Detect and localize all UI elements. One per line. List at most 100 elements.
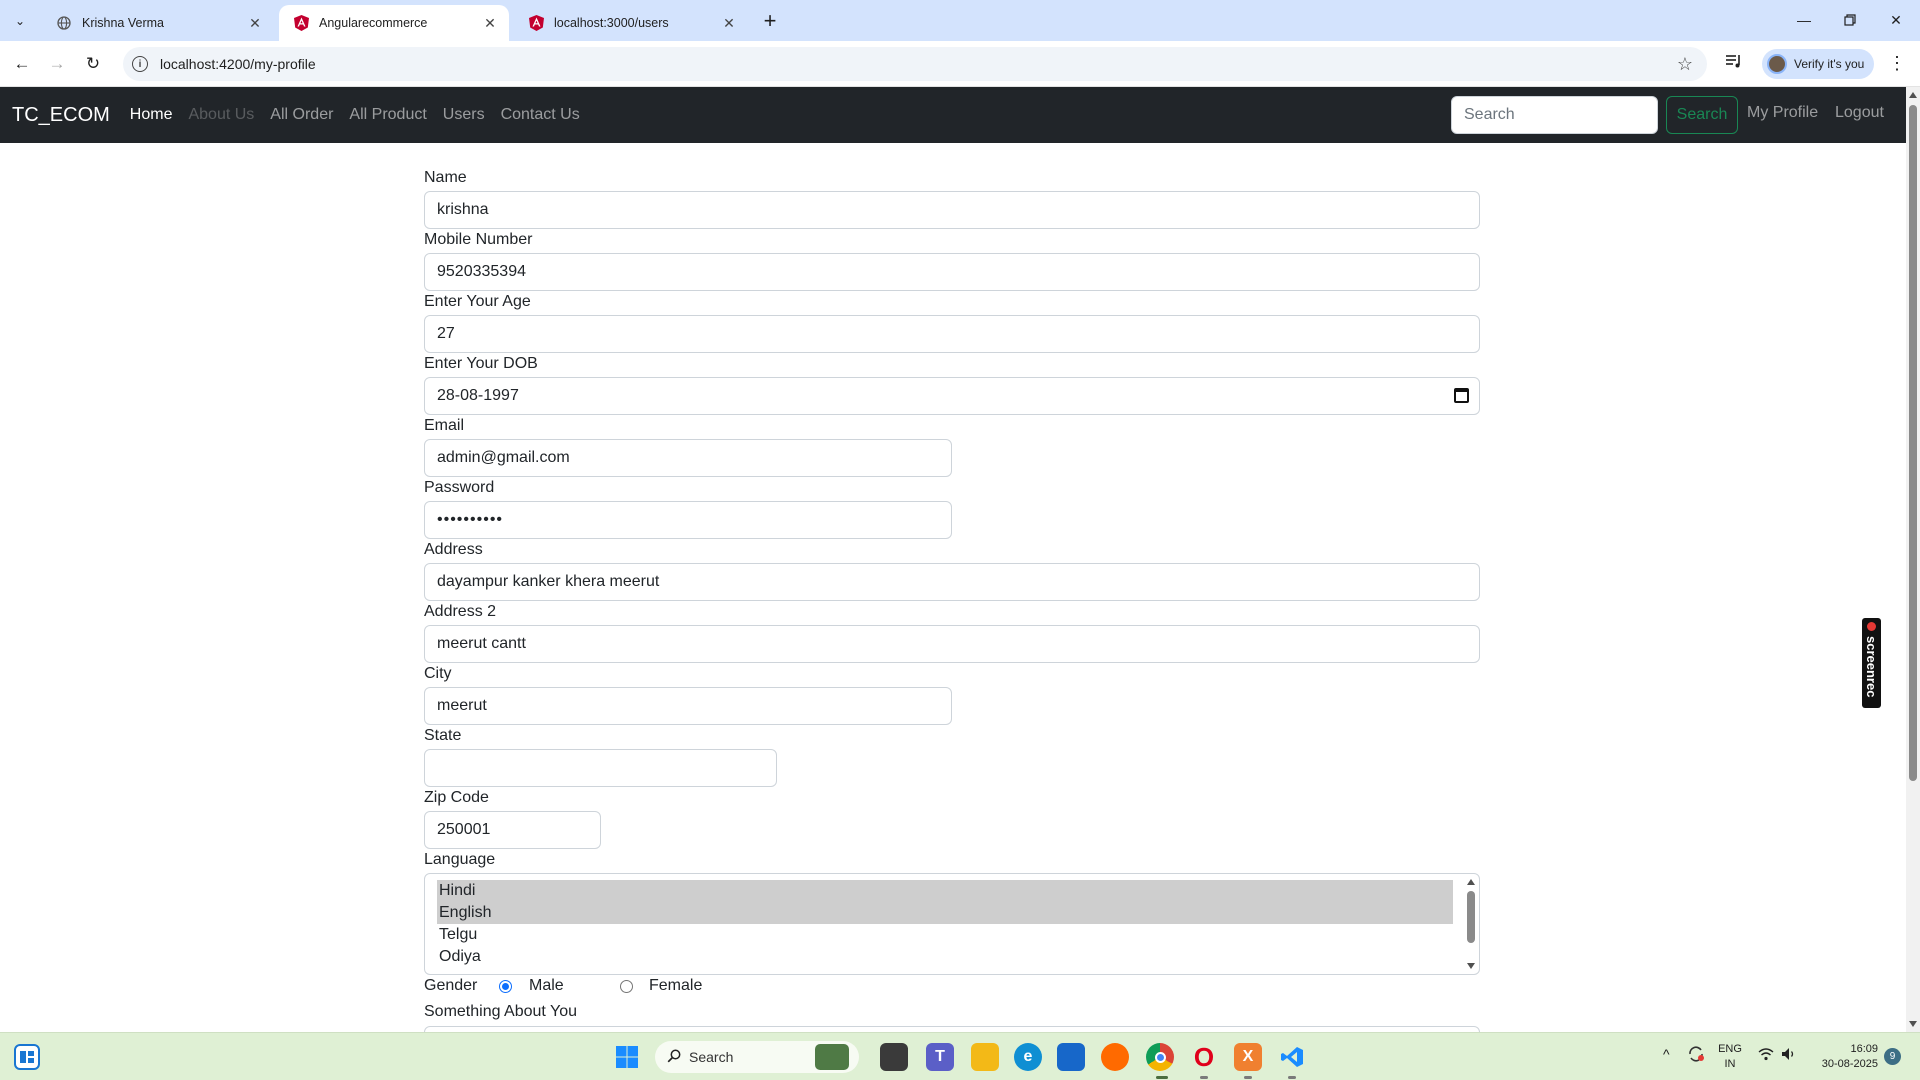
- language-label: Language: [424, 851, 496, 868]
- reload-icon[interactable]: ↻: [79, 50, 107, 78]
- minimize-icon[interactable]: —: [1781, 6, 1827, 34]
- vscode-icon[interactable]: [1278, 1043, 1306, 1071]
- restore-icon[interactable]: [1827, 6, 1873, 34]
- language-option-hindi[interactable]: Hindi: [437, 880, 1453, 902]
- file-explorer-icon[interactable]: [971, 1043, 999, 1071]
- tab-title: localhost:3000/users: [554, 16, 669, 30]
- address2-value: meerut cantt: [437, 635, 526, 652]
- edge-icon[interactable]: e: [1014, 1043, 1042, 1071]
- chrome-active-indicator: [1156, 1076, 1168, 1079]
- close-tab-icon[interactable]: ✕: [246, 14, 264, 32]
- nav-link-users[interactable]: Users: [435, 106, 493, 124]
- browser-tab-localhost3000[interactable]: localhost:3000/users ✕: [514, 5, 748, 41]
- verify-profile-button[interactable]: Verify it's you: [1762, 49, 1874, 79]
- teams-icon[interactable]: T: [926, 1043, 954, 1071]
- wifi-icon[interactable]: [1758, 1047, 1774, 1064]
- language-option-odiya[interactable]: Odiya: [437, 946, 1453, 968]
- dob-label: Enter Your DOB: [424, 355, 538, 372]
- scroll-down-arrow-icon[interactable]: [1909, 1021, 1917, 1027]
- gender-radio-female[interactable]: [620, 980, 633, 993]
- vscode-running-indicator: [1288, 1076, 1296, 1079]
- sync-icon[interactable]: [1686, 1044, 1706, 1067]
- taskbar-search-label: Search: [689, 1049, 734, 1065]
- language-option-telgu[interactable]: Telgu: [437, 924, 1453, 946]
- scroll-up-arrow-icon[interactable]: [1467, 879, 1475, 885]
- tab-title: Angularecommerce: [319, 16, 428, 30]
- notification-badge[interactable]: 9: [1884, 1048, 1901, 1065]
- tab-search-chevron-icon[interactable]: ⌄: [8, 9, 32, 33]
- search-highlight-icon: [815, 1044, 849, 1070]
- site-info-icon[interactable]: i: [132, 56, 148, 72]
- zip-field[interactable]: 250001: [424, 811, 601, 849]
- close-window-icon[interactable]: ✕: [1873, 6, 1919, 34]
- nav-link-about[interactable]: About Us: [180, 106, 262, 124]
- name-field[interactable]: krishna: [424, 191, 1480, 229]
- gender-radio-male[interactable]: [499, 980, 512, 993]
- email-field[interactable]: admin@gmail.com: [424, 439, 952, 477]
- age-field[interactable]: 27: [424, 315, 1480, 353]
- widgets-icon[interactable]: [14, 1044, 40, 1070]
- dob-value: 28-08-1997: [437, 387, 519, 404]
- address-label: Address: [424, 541, 483, 558]
- nav-link-all-product[interactable]: All Product: [341, 106, 434, 124]
- listbox-scrollbar[interactable]: [1465, 876, 1477, 972]
- address2-field[interactable]: meerut cantt: [424, 625, 1480, 663]
- xampp-icon[interactable]: X: [1234, 1043, 1262, 1071]
- scroll-thumb[interactable]: [1909, 105, 1917, 781]
- scroll-thumb[interactable]: [1467, 891, 1475, 943]
- bookmark-star-icon[interactable]: ☆: [1677, 54, 1693, 75]
- media-queue-icon[interactable]: [1725, 53, 1743, 74]
- opera-icon[interactable]: O: [1190, 1042, 1218, 1072]
- tray-chevron-up-icon[interactable]: ^: [1663, 1046, 1670, 1062]
- page-content: TC_ECOM Home About Us All Order All Prod…: [0, 87, 1906, 1032]
- my-profile-link[interactable]: My Profile: [1747, 104, 1818, 122]
- close-tab-icon[interactable]: ✕: [481, 14, 499, 32]
- dob-field[interactable]: 28-08-1997: [424, 377, 1480, 415]
- search-button[interactable]: Search: [1666, 96, 1738, 134]
- microsoft-store-icon[interactable]: [1057, 1043, 1085, 1071]
- verify-label: Verify it's you: [1794, 57, 1865, 71]
- password-field[interactable]: ••••••••••: [424, 501, 952, 539]
- clock[interactable]: 16:09 30-08-2025: [1808, 1042, 1878, 1072]
- language-indicator[interactable]: ENG IN: [1718, 1042, 1742, 1072]
- brand-logo[interactable]: TC_ECOM: [12, 104, 110, 127]
- back-arrow-icon[interactable]: ←: [8, 50, 36, 78]
- address-bar[interactable]: i localhost:4200/my-profile ☆: [123, 47, 1707, 81]
- firefox-icon[interactable]: [1101, 1043, 1129, 1071]
- angular-logo-icon: [293, 15, 309, 31]
- taskbar-search-box[interactable]: Search: [655, 1041, 859, 1073]
- gender-male-label[interactable]: Male: [529, 977, 564, 995]
- nav-link-contact[interactable]: Contact Us: [493, 106, 588, 124]
- chrome-icon[interactable]: [1146, 1043, 1174, 1071]
- gender-female-label[interactable]: Female: [649, 977, 702, 995]
- language-multiselect[interactable]: Hindi English Telgu Odiya: [424, 873, 1480, 975]
- forward-arrow-icon[interactable]: →: [43, 50, 71, 78]
- name-value: krishna: [437, 201, 489, 218]
- volume-icon[interactable]: [1781, 1047, 1797, 1064]
- opera-running-indicator: [1200, 1076, 1208, 1079]
- task-view-icon[interactable]: [880, 1043, 908, 1071]
- browser-tab-krishna[interactable]: Krishna Verma ✕: [42, 5, 274, 41]
- search-input[interactable]: [1451, 96, 1658, 134]
- scroll-up-arrow-icon[interactable]: [1909, 92, 1917, 98]
- city-field[interactable]: meerut: [424, 687, 952, 725]
- close-tab-icon[interactable]: ✕: [720, 14, 738, 32]
- search-icon: [667, 1049, 681, 1066]
- browser-tab-angularecommerce[interactable]: Angularecommerce ✕: [279, 5, 509, 41]
- nav-link-all-order[interactable]: All Order: [262, 106, 341, 124]
- menu-kebab-icon[interactable]: ⋮: [1888, 53, 1906, 74]
- page-scrollbar[interactable]: [1906, 87, 1920, 1032]
- nav-link-home[interactable]: Home: [122, 106, 181, 124]
- windows-start-icon[interactable]: [613, 1043, 641, 1071]
- mobile-value: 9520335394: [437, 263, 526, 280]
- state-field[interactable]: [424, 749, 777, 787]
- scroll-down-arrow-icon[interactable]: [1467, 963, 1475, 969]
- calendar-icon[interactable]: [1454, 388, 1469, 403]
- mobile-field[interactable]: 9520335394: [424, 253, 1480, 291]
- gender-label: Gender: [424, 977, 478, 994]
- screenrec-widget[interactable]: screenrec: [1862, 618, 1881, 708]
- address-field[interactable]: dayampur kanker khera meerut: [424, 563, 1480, 601]
- new-tab-plus-icon[interactable]: +: [757, 8, 783, 34]
- language-option-english[interactable]: English: [437, 902, 1453, 924]
- logout-link[interactable]: Logout: [1835, 104, 1884, 122]
